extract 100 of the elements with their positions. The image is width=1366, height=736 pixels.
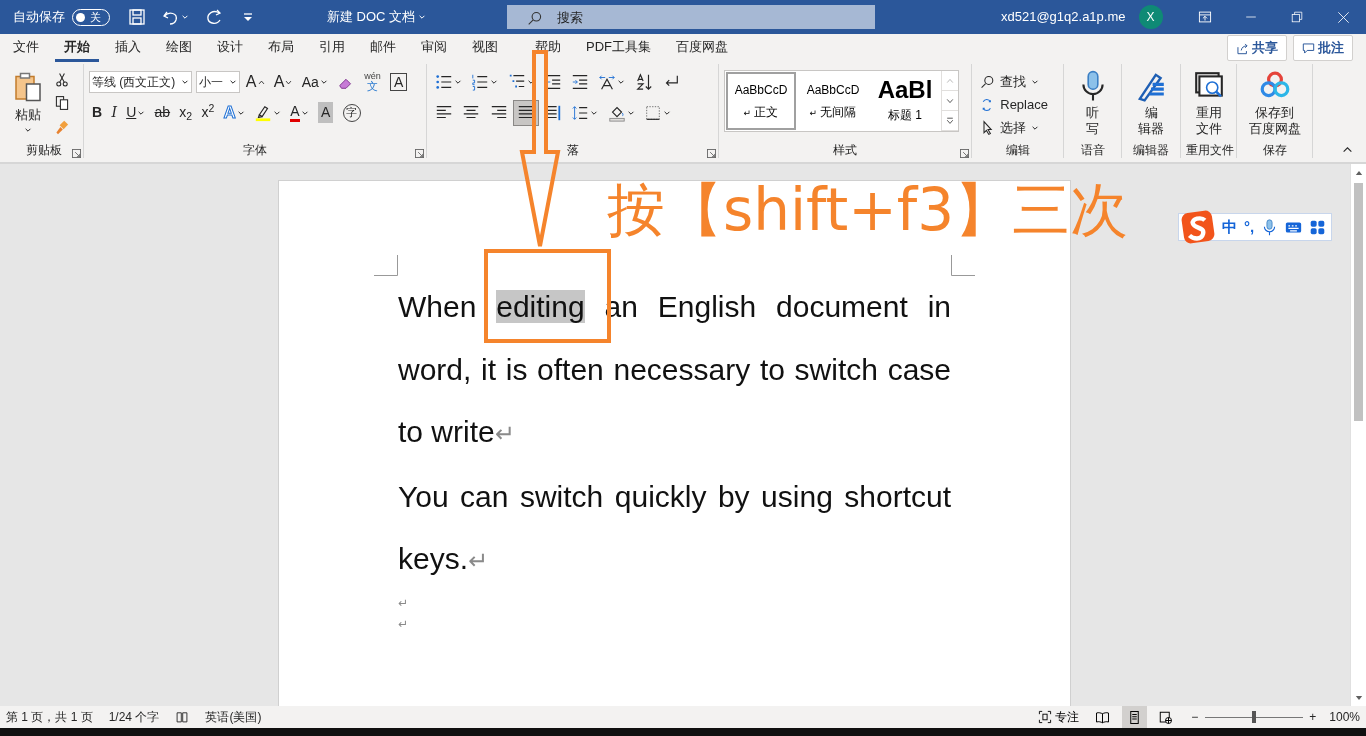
group-label: 重用文件	[1186, 142, 1234, 158]
down-chevron-icon	[946, 96, 954, 105]
search-button[interactable]: 查找	[977, 70, 1051, 93]
dialog-launcher-icon[interactable]	[707, 149, 716, 158]
group-label: 语音	[1080, 142, 1105, 158]
close-icon	[1336, 10, 1350, 24]
format-button[interactable]: x$^{2}$	[198, 100, 218, 125]
style-gallery-item[interactable]: AaBbCcD ↵ 正文	[725, 71, 797, 131]
ribbon-tab[interactable]: 引用	[310, 33, 354, 63]
logo-icon[interactable]	[1181, 210, 1215, 244]
format-button[interactable]: B	[89, 100, 106, 125]
comment-button[interactable]: 批注	[1293, 35, 1353, 61]
grid-icon[interactable]	[1309, 218, 1327, 236]
highlighter-icon	[254, 103, 273, 122]
focus-button[interactable]: 专注	[1032, 706, 1084, 728]
large-tool-button[interactable]: 保存到 百度网盘	[1244, 70, 1305, 142]
numbered-list-icon	[471, 73, 490, 91]
group-label: 落	[566, 142, 579, 158]
format-button[interactable]: A	[270, 70, 296, 94]
caret-icon	[418, 13, 427, 21]
group-label: 字体	[243, 142, 267, 158]
group-label: 剪贴板	[25, 142, 62, 158]
status-text: 1/24 个字	[108, 709, 160, 726]
zoom-in-button[interactable]: +	[1309, 708, 1317, 726]
pen-icon	[1135, 70, 1167, 102]
clipboard-icon	[13, 70, 43, 104]
line-spacing-icon	[571, 103, 590, 122]
input-mode-button[interactable]: °,	[1244, 215, 1255, 239]
ribbon-tab[interactable]: 视图	[463, 33, 507, 63]
paste-button[interactable]: 粘贴	[9, 70, 47, 142]
character-spacing-icon	[598, 73, 617, 91]
format-button[interactable]: A	[242, 70, 268, 94]
format-button[interactable]: ab	[151, 100, 174, 125]
format-button[interactable]: I	[108, 100, 120, 125]
up-chevron-icon	[946, 76, 954, 85]
group-label: 保存	[1262, 142, 1287, 158]
input-mode-button[interactable]: 中	[1222, 215, 1237, 239]
ribbon-tab[interactable]: 设计	[208, 33, 252, 63]
ribbon-tab[interactable]: 百度网盘	[667, 33, 737, 63]
copy-icon	[54, 95, 70, 112]
format-button[interactable]: x$_{2}$	[176, 100, 196, 125]
dialog-launcher-icon[interactable]	[72, 149, 81, 158]
book-icon[interactable]	[175, 710, 190, 724]
group-label: 样式	[833, 142, 857, 158]
ribbon-tab[interactable]: 开始	[55, 33, 99, 63]
paragraph: You can switch quickly by using shortcut keys.↵	[398, 478, 951, 577]
document-title: 新建 DOC 文档	[327, 8, 416, 27]
scrollbar-thumb[interactable]	[1354, 183, 1363, 421]
zoom-level: 100%	[1329, 709, 1360, 726]
account-name[interactable]: xd521@g1q2.a1p.me	[1001, 7, 1126, 27]
search-field[interactable]: 搜索	[507, 5, 875, 29]
avatar[interactable]: X	[1138, 5, 1163, 29]
book-icon	[1095, 709, 1111, 725]
sort-icon	[634, 73, 653, 91]
expand-icon	[946, 116, 954, 125]
restore-icon	[1291, 11, 1303, 23]
focus-icon	[1037, 710, 1052, 724]
ribbon-display-icon	[1198, 10, 1212, 24]
crop-mark	[374, 255, 398, 276]
format-button[interactable]: wén 文	[361, 70, 384, 94]
dialog-launcher-icon[interactable]	[960, 149, 969, 158]
ribbon-tab[interactable]: 审阅	[412, 33, 456, 63]
caret-icon	[24, 126, 32, 134]
ribbon-tab[interactable]: 布局	[259, 33, 303, 63]
save-icon	[126, 7, 147, 27]
view-button[interactable]	[1121, 706, 1147, 728]
annotation-text: 按【shift+f3】三次	[607, 175, 1129, 245]
zoom-out-button[interactable]: −	[1191, 708, 1199, 726]
dialog-launcher-icon[interactable]	[415, 149, 424, 158]
bullet-list-icon	[435, 73, 453, 91]
cursor-button[interactable]: 选择	[977, 116, 1051, 139]
increase-indent-icon	[571, 73, 589, 91]
large-tool-button[interactable]: 听 写	[1072, 70, 1113, 142]
large-tool-button[interactable]: 编 辑器	[1131, 70, 1171, 142]
format-button[interactable]: A	[287, 100, 312, 125]
crop-mark	[951, 255, 975, 276]
paragraph-mark: ↵	[398, 615, 410, 633]
ribbon-tab[interactable]: PDF工具集	[577, 33, 660, 63]
format-button[interactable]: U	[123, 100, 149, 125]
dropdown-field[interactable]: 小一	[195, 71, 240, 93]
share-icon	[1235, 41, 1249, 55]
format-button[interactable]: Aa	[298, 70, 331, 94]
dropdown-field[interactable]: 等线 (西文正文)	[89, 71, 193, 93]
replace-button[interactable]: Replace	[977, 93, 1051, 116]
status-text: 第 1 页，共 1 页	[6, 709, 93, 726]
large-tool-button[interactable]: 重用 文件	[1188, 70, 1229, 142]
up-chevron-icon	[257, 78, 265, 86]
share-button[interactable]: 共享	[1226, 35, 1287, 61]
down-triangle-icon	[1354, 693, 1363, 702]
scissors-icon	[54, 72, 70, 88]
borders-icon	[643, 103, 662, 122]
ribbon-tab[interactable]: 文件	[4, 33, 48, 63]
ribbon-tab[interactable]: 插入	[106, 33, 150, 63]
ribbon-tab[interactable]: 绘图	[157, 33, 201, 63]
caret-icon	[228, 78, 237, 86]
ribbon-tab[interactable]: 邮件	[361, 33, 405, 63]
status-text: 英语(美国)	[205, 709, 262, 726]
search-icon	[527, 10, 544, 28]
brush-icon	[54, 118, 70, 135]
down-chevron-icon	[285, 78, 293, 86]
